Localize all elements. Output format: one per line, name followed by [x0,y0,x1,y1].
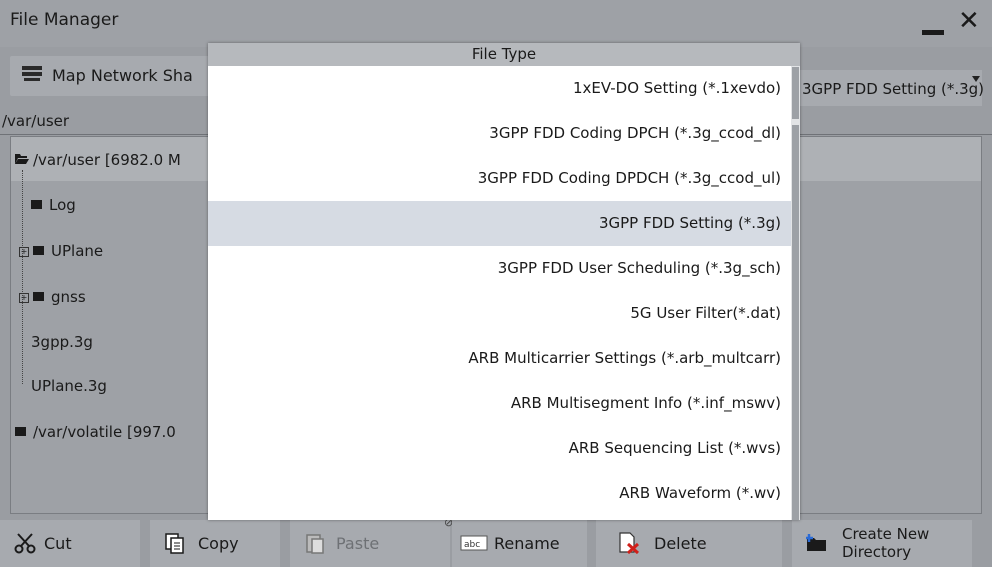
file-type-option-label: ARB Waveform (*.wv) [619,484,781,502]
tree-item-3gpp-file[interactable]: 3gpp.3g [31,333,93,351]
close-button[interactable]: ✕ [958,8,980,34]
create-new-line1: Create New [842,525,930,543]
title-bar: File Manager ✕ [0,0,992,47]
file-type-option-label: ARB Multicarrier Settings (*.arb_multcar… [468,349,781,367]
folder-icon [33,246,44,255]
file-type-option-label: 3GPP FDD Coding DPCH (*.3g_ccod_dl) [489,124,781,142]
file-type-list[interactable]: 1xEV-DO Setting (*.1xevdo) 3GPP FDD Codi… [208,66,791,520]
tree-item-label: /var/volatile [997.0 [33,423,176,441]
tree-item-gnss[interactable]: + gnss [19,288,86,306]
rename-label: Rename [494,534,560,553]
file-type-option[interactable]: 3GPP FDD User Scheduling (*.3g_sch) [208,246,791,291]
copy-button[interactable]: Copy [150,520,280,567]
current-path: /var/user [2,112,70,130]
delete-button[interactable]: Delete [596,520,782,567]
file-type-dialog: File Type 1xEV-DO Setting (*.1xevdo) 3GP… [208,43,800,520]
window-title: File Manager [10,10,119,30]
create-new-directory-button[interactable]: Create New Directory [792,520,972,567]
folder-icon [31,200,42,209]
file-type-option-selected[interactable]: 3GPP FDD Setting (*.3g) [208,201,791,246]
new-folder-icon [806,534,826,551]
chevron-down-icon [972,76,980,82]
file-manager-window: File Manager ✕ Map Network Sha 3GPP FDD … [0,0,992,567]
tree-item-label: gnss [51,288,86,306]
file-type-option[interactable]: 5G User Filter(*.dat) [208,291,791,336]
create-new-directory-label: Create New Directory [842,525,929,561]
rename-icon: abc [460,535,488,551]
cut-label: Cut [44,534,72,553]
tree-item-log[interactable]: Log [31,196,76,214]
copy-label: Copy [198,534,239,553]
delete-icon [619,532,640,554]
cut-button[interactable]: Cut [0,520,140,567]
file-type-option-label: ARB Sequencing List (*.wvs) [568,439,781,457]
tree-root-label: /var/user [6982.0 M [33,151,181,169]
file-type-option[interactable]: ARB Sequencing List (*.wvs) [208,426,791,471]
open-folder-icon [15,150,29,164]
tree-item-label: 3gpp.3g [31,333,93,351]
tree-item-label: Log [49,196,76,214]
action-bar: Cut Copy Paste ⊘ abc Rename Delete Creat… [0,516,992,567]
file-type-option[interactable]: ARB Multicarrier Settings (*.arb_multcar… [208,336,791,381]
file-type-option-label: 3GPP FDD User Scheduling (*.3g_sch) [497,259,781,277]
file-type-option[interactable]: 3GPP FDD Coding DPCH (*.3g_ccod_dl) [208,111,791,156]
dialog-scrollbar-track[interactable] [792,125,799,520]
minimize-button[interactable] [922,30,944,35]
rename-button[interactable]: abc Rename [452,520,587,567]
paste-button[interactable]: Paste ⊘ [290,516,453,567]
file-type-option-label: ARB Multisegment Info (*.inf_mswv) [510,394,781,412]
file-type-option[interactable]: 3GPP FDD Coding DPDCH (*.3g_ccod_ul) [208,156,791,201]
delete-label: Delete [654,534,707,553]
tree-item-uplane-file[interactable]: UPlane.3g [31,377,107,395]
folder-icon [15,427,26,436]
file-type-dropdown-value: 3GPP FDD Setting (*.3g) [802,80,985,98]
paste-label: Paste [336,534,380,553]
file-type-option[interactable]: ARB Multisegment Info (*.inf_mswv) [208,381,791,426]
network-drive-icon [22,66,42,81]
file-type-option[interactable]: 1xEV-DO Setting (*.1xevdo) [208,66,791,111]
file-type-option-label: 3GPP FDD Setting (*.3g) [598,214,781,232]
tree-item-uplane[interactable]: + UPlane [19,242,103,260]
dialog-title: File Type [208,43,800,66]
tree-item-label: UPlane [51,242,104,260]
copy-icon [165,533,184,554]
tree-item-volatile[interactable]: /var/volatile [997.0 [15,423,176,441]
map-network-share-label: Map Network Sha [52,66,193,85]
map-network-share-button[interactable]: Map Network Sha [10,56,240,96]
dialog-scrollbar-thumb[interactable] [792,67,799,119]
expand-icon[interactable]: + [19,247,29,257]
file-type-option-label: 5G User Filter(*.dat) [630,304,781,322]
file-type-dropdown[interactable]: 3GPP FDD Setting (*.3g) [792,70,985,106]
svg-text:abc: abc [464,540,480,550]
create-new-line2: Directory [842,543,912,561]
tree-root-node[interactable]: /var/user [6982.0 M [15,150,181,169]
tree-item-label: UPlane.3g [31,377,107,395]
scissors-icon [14,533,36,554]
folder-icon [33,292,44,301]
file-type-option-label: 3GPP FDD Coding DPDCH (*.3g_ccod_ul) [477,169,781,187]
file-type-option-label: 1xEV-DO Setting (*.1xevdo) [572,79,781,97]
expand-icon[interactable]: + [19,293,29,303]
paste-icon [306,534,324,554]
file-type-option[interactable]: ARB Waveform (*.wv) [208,471,791,516]
tree-guide-line [22,170,23,384]
